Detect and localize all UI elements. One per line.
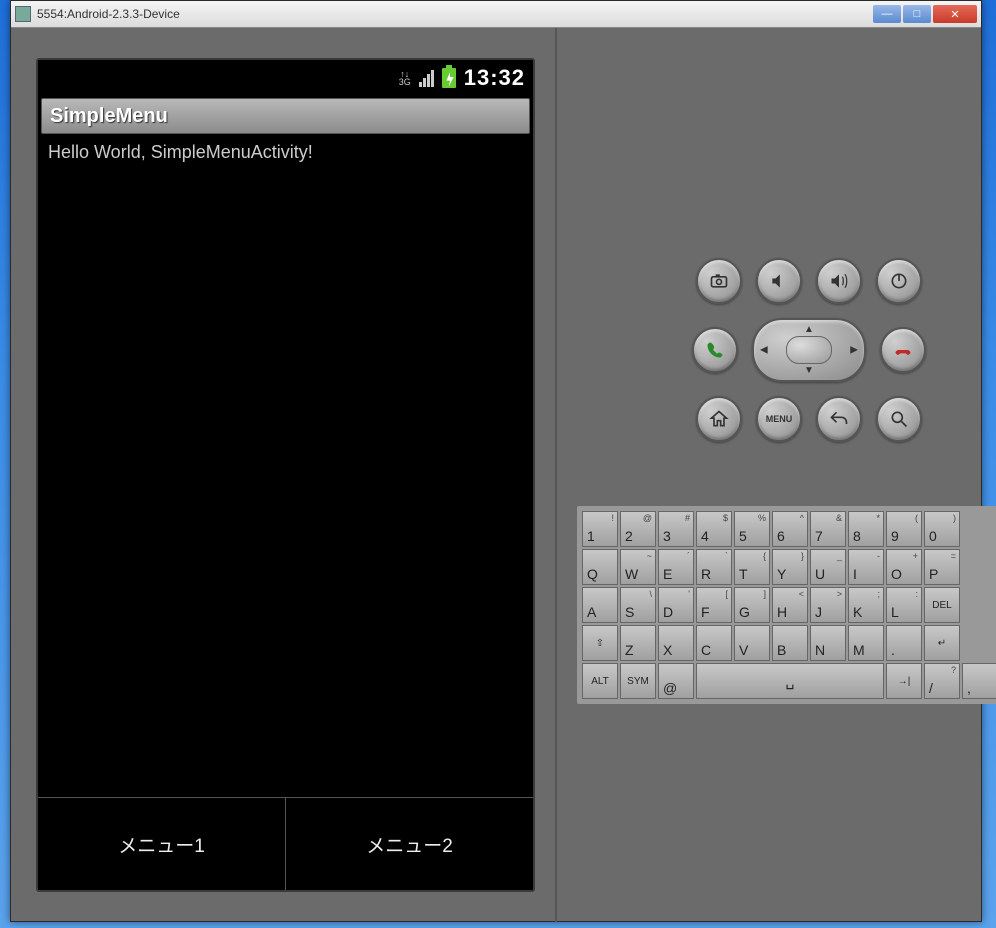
- status-time: 13:32: [464, 65, 525, 91]
- key-w[interactable]: W~: [620, 549, 656, 585]
- key-space[interactable]: ␣: [696, 663, 884, 699]
- key-q[interactable]: Q: [582, 549, 618, 585]
- app-title: SimpleMenu: [50, 105, 168, 128]
- key-↵[interactable]: ↵: [924, 625, 960, 661]
- key-⇧[interactable]: ⇧: [582, 625, 618, 661]
- end-call-button[interactable]: [880, 327, 926, 373]
- dpad-center[interactable]: [786, 336, 832, 364]
- maximize-button[interactable]: □: [903, 5, 931, 23]
- dpad-up[interactable]: ▲: [804, 324, 814, 335]
- phone-screen: ↑↓3G 13:32 SimpleMenu Hello World, Simpl…: [36, 58, 535, 892]
- key-4[interactable]: 4$: [696, 511, 732, 547]
- back-button[interactable]: [816, 396, 862, 442]
- key-1[interactable]: 1!: [582, 511, 618, 547]
- emulator-window: 5554:Android-2.3.3-Device — □ ✕ ↑↓3G: [10, 0, 982, 922]
- key-a[interactable]: A: [582, 587, 618, 623]
- key-.[interactable]: .: [886, 625, 922, 661]
- dpad-right[interactable]: ▶: [850, 345, 858, 356]
- hello-text: Hello World, SimpleMenuActivity!: [48, 142, 313, 162]
- key-9[interactable]: 9(: [886, 511, 922, 547]
- key-j[interactable]: J>: [810, 587, 846, 623]
- call-button[interactable]: [692, 327, 738, 373]
- key-comma[interactable]: ,: [962, 663, 996, 699]
- key-tab[interactable]: →|: [886, 663, 922, 699]
- key-alt-left[interactable]: ALT: [582, 663, 618, 699]
- app-content: Hello World, SimpleMenuActivity!: [38, 136, 533, 797]
- key-s[interactable]: S\: [620, 587, 656, 623]
- key-2[interactable]: 2@: [620, 511, 656, 547]
- key-r[interactable]: R`: [696, 549, 732, 585]
- dpad-left[interactable]: ◀: [760, 345, 768, 356]
- key-z[interactable]: Z: [620, 625, 656, 661]
- phone-panel: ↑↓3G 13:32 SimpleMenu Hello World, Simpl…: [11, 28, 555, 922]
- close-button[interactable]: ✕: [933, 5, 977, 23]
- key-sym[interactable]: SYM: [620, 663, 656, 699]
- key-0[interactable]: 0): [924, 511, 960, 547]
- window-title: 5554:Android-2.3.3-Device: [37, 7, 873, 21]
- hardware-keyboard: 1!2@3#4$5%6^7&8*9(0) QW~E´R`T{Y}U_I-O+P=…: [577, 506, 996, 704]
- key-v[interactable]: V: [734, 625, 770, 661]
- key-8[interactable]: 8*: [848, 511, 884, 547]
- menu-item-1[interactable]: メニュー1: [38, 798, 286, 890]
- key-del[interactable]: DEL: [924, 587, 960, 623]
- key-i[interactable]: I-: [848, 549, 884, 585]
- key-l[interactable]: L:: [886, 587, 922, 623]
- minimize-button[interactable]: —: [873, 5, 901, 23]
- key-p[interactable]: P=: [924, 549, 960, 585]
- volume-up-button[interactable]: [816, 258, 862, 304]
- status-bar: ↑↓3G 13:32: [38, 60, 533, 96]
- network-3g-icon: ↑↓3G: [399, 70, 411, 86]
- key-c[interactable]: C: [696, 625, 732, 661]
- key-k[interactable]: K;: [848, 587, 884, 623]
- key-5[interactable]: 5%: [734, 511, 770, 547]
- camera-button[interactable]: [696, 258, 742, 304]
- dpad-down[interactable]: ▼: [804, 365, 814, 376]
- key-e[interactable]: E´: [658, 549, 694, 585]
- key-t[interactable]: T{: [734, 549, 770, 585]
- key-m[interactable]: M: [848, 625, 884, 661]
- power-button[interactable]: [876, 258, 922, 304]
- key-7[interactable]: 7&: [810, 511, 846, 547]
- key-h[interactable]: H<: [772, 587, 808, 623]
- key-f[interactable]: F[: [696, 587, 732, 623]
- key-at[interactable]: @: [658, 663, 694, 699]
- search-button[interactable]: [876, 396, 922, 442]
- key-o[interactable]: O+: [886, 549, 922, 585]
- key-x[interactable]: X: [658, 625, 694, 661]
- volume-down-button[interactable]: [756, 258, 802, 304]
- menu-button[interactable]: MENU: [756, 396, 802, 442]
- key-n[interactable]: N: [810, 625, 846, 661]
- signal-icon: [419, 69, 434, 87]
- battery-icon: [442, 68, 456, 88]
- key-y[interactable]: Y}: [772, 549, 808, 585]
- home-button[interactable]: [696, 396, 742, 442]
- key-b[interactable]: B: [772, 625, 808, 661]
- dpad: ▲ ▼ ◀ ▶: [752, 318, 866, 382]
- app-title-bar: SimpleMenu: [41, 98, 530, 134]
- key-d[interactable]: D': [658, 587, 694, 623]
- controls-panel: ▲ ▼ ◀ ▶ MENU: [555, 28, 996, 922]
- key-slash[interactable]: /?: [924, 663, 960, 699]
- options-menu: メニュー1 メニュー2: [38, 797, 533, 890]
- titlebar: 5554:Android-2.3.3-Device — □ ✕: [11, 1, 981, 28]
- app-icon: [15, 6, 31, 22]
- hardware-buttons: ▲ ▼ ◀ ▶ MENU: [692, 258, 926, 456]
- key-6[interactable]: 6^: [772, 511, 808, 547]
- menu-item-2[interactable]: メニュー2: [286, 798, 533, 890]
- key-g[interactable]: G]: [734, 587, 770, 623]
- key-u[interactable]: U_: [810, 549, 846, 585]
- key-3[interactable]: 3#: [658, 511, 694, 547]
